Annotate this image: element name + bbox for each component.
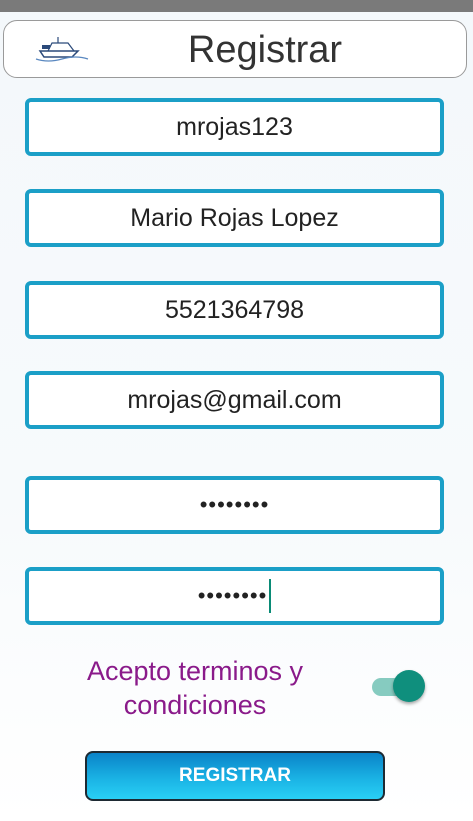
phone-field[interactable]: 5521364798 <box>25 281 444 339</box>
header-bar: Registrar <box>3 20 467 78</box>
status-bar <box>0 0 473 12</box>
full-name-field[interactable]: Mario Rojas Lopez <box>25 189 444 247</box>
email-field[interactable]: mrojas@gmail.com <box>25 371 444 429</box>
text-cursor <box>269 579 272 613</box>
username-field[interactable]: mrojas123 <box>25 98 444 156</box>
username-value: mrojas123 <box>176 112 293 141</box>
phone-value: 5521364798 <box>164 295 305 324</box>
password-value: •••••••• <box>199 492 270 517</box>
terms-label: Acepto terminos y condiciones <box>86 656 304 720</box>
confirm-password-field[interactable]: •••••••• <box>25 567 444 625</box>
full-name-value: Mario Rojas Lopez <box>130 203 339 232</box>
password-field[interactable]: •••••••• <box>25 476 444 534</box>
toggle-thumb <box>393 670 425 702</box>
confirm-password-value: •••••••• <box>197 583 268 608</box>
ship-logo-icon <box>35 37 89 62</box>
email-value: mrojas@gmail.com <box>127 385 342 414</box>
page-title: Registrar <box>187 29 343 71</box>
terms-toggle[interactable] <box>370 670 426 704</box>
register-button[interactable]: REGISTRAR <box>85 751 385 801</box>
